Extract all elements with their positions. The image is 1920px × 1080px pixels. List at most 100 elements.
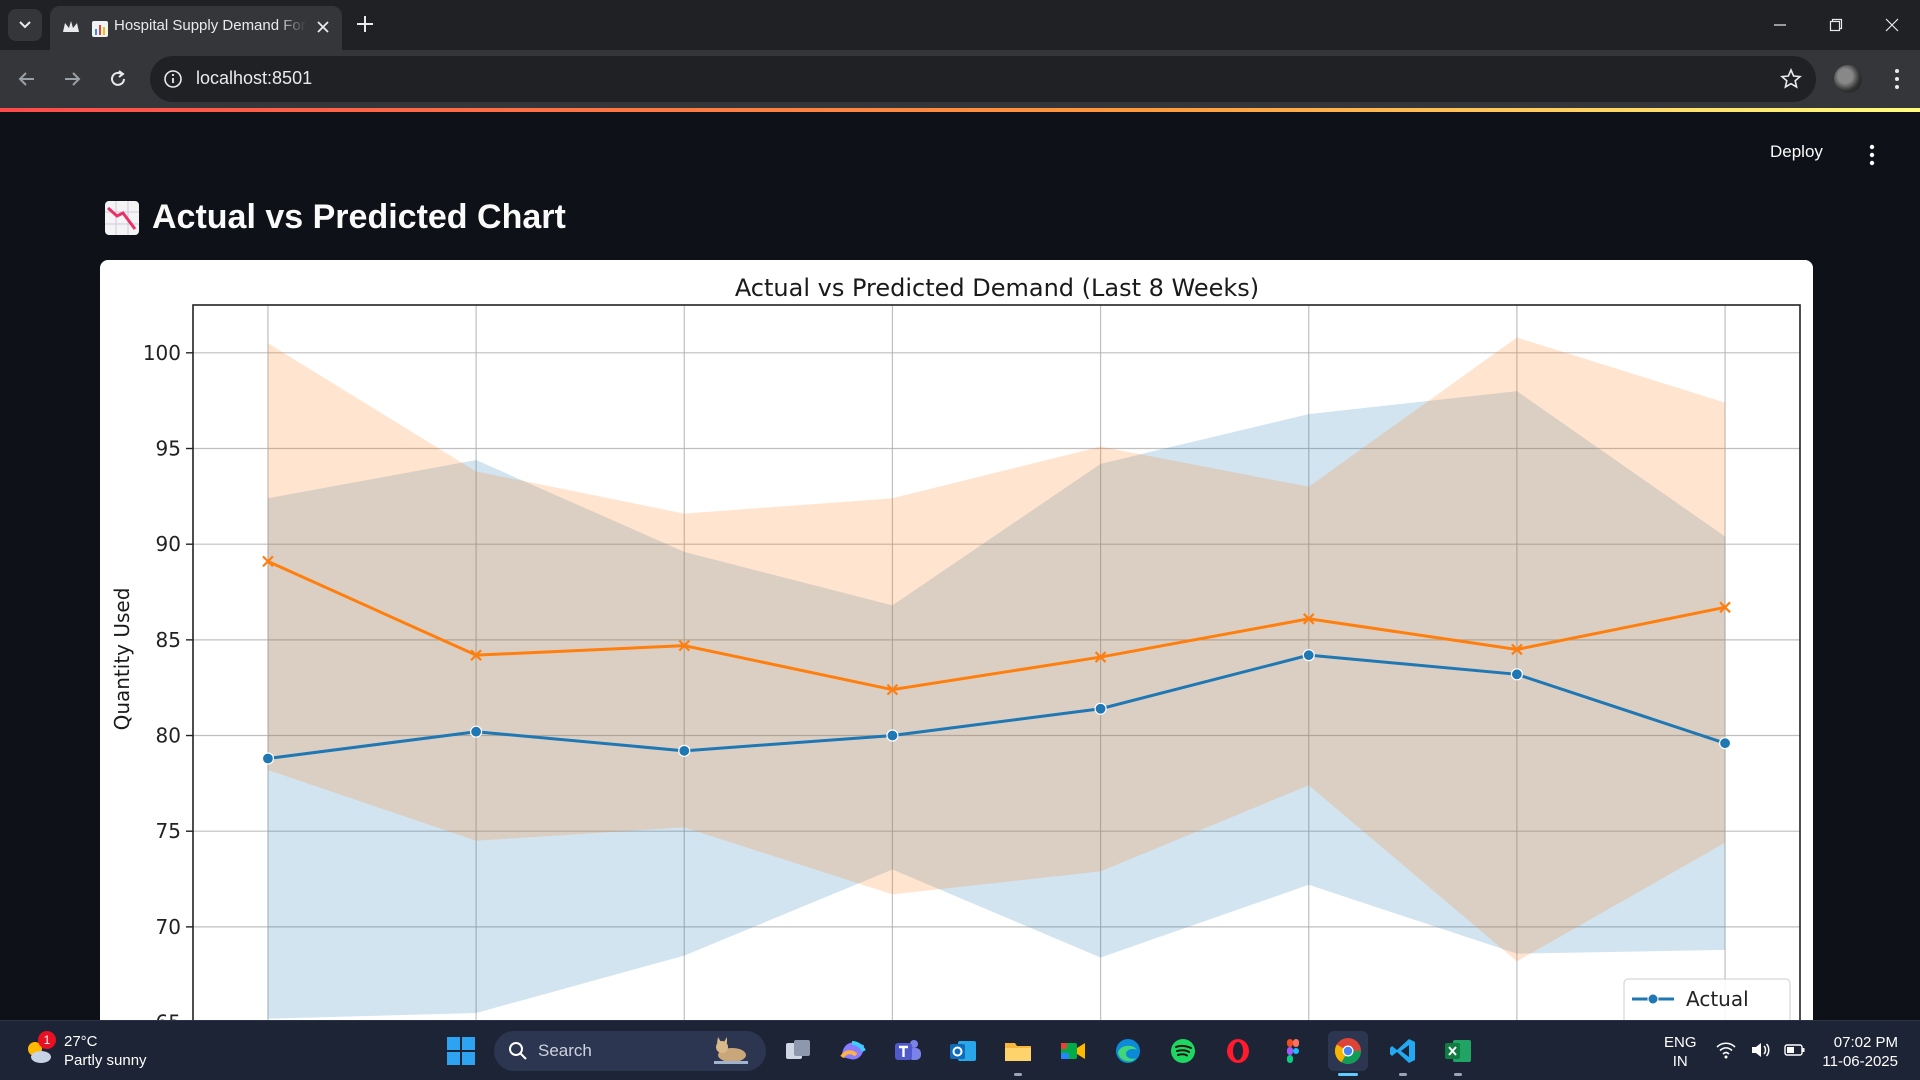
address-bar[interactable]: localhost:8501 [150, 56, 1816, 102]
taskbar-figma[interactable] [1273, 1031, 1313, 1071]
streamlit-crown-icon [63, 21, 79, 32]
opera-icon [1227, 1039, 1249, 1063]
browser-menu-icon[interactable] [1884, 66, 1910, 92]
search-highlight-cat-icon [714, 1037, 748, 1064]
task-view-icon [786, 1040, 810, 1059]
taskbar-excel[interactable] [1438, 1031, 1478, 1076]
actual-vs-predicted-chart: 65 70 75 80 85 90 95 100 Actual vs Predicted De… [110, 274, 1801, 1020]
taskbar-chrome[interactable] [1328, 1031, 1368, 1076]
close-window-icon [1885, 18, 1899, 32]
close-window-button[interactable] [1864, 0, 1920, 50]
windows-start-icon[interactable] [446, 1036, 476, 1066]
chart-legend: ActualPredicted [1623, 978, 1791, 1020]
taskbar-spotify[interactable] [1163, 1031, 1203, 1071]
forward-arrow-icon[interactable] [59, 66, 85, 92]
site-info-icon[interactable] [163, 69, 183, 89]
search-placeholder: Search [538, 1041, 592, 1060]
figma-icon [1287, 1039, 1299, 1063]
taskbar-file-explorer[interactable] [998, 1031, 1038, 1076]
taskbar-meet[interactable] [1053, 1031, 1093, 1071]
teams-icon [895, 1040, 921, 1060]
y-tick-label: 70 [156, 915, 181, 939]
active-indicator [1338, 1073, 1358, 1076]
bookmark-star-icon[interactable] [1780, 68, 1802, 90]
actual-point [261, 752, 275, 765]
running-indicator [1399, 1073, 1407, 1076]
actual-point [1302, 649, 1315, 662]
file-explorer-icon [1005, 1043, 1031, 1061]
clock-date: 11-06-2025 [1822, 1053, 1898, 1070]
volume-icon [1752, 1043, 1770, 1057]
taskbar-search[interactable]: Search [494, 1031, 766, 1071]
input-language[interactable]: ENG IN [1664, 1033, 1697, 1071]
taskbar-edge[interactable] [1108, 1031, 1148, 1071]
back-arrow-icon[interactable] [14, 66, 40, 92]
taskbar-teams[interactable] [888, 1031, 928, 1071]
restore-icon [1829, 18, 1843, 32]
tab-title: Hospital Supply Demand Forecast [114, 17, 306, 34]
y-tick-label: 90 [156, 532, 181, 556]
reload-icon[interactable] [105, 66, 131, 92]
actual-legend-label: Actual [1686, 987, 1749, 1011]
confidence-bands [267, 337, 1726, 1019]
profile-avatar[interactable] [1834, 65, 1862, 93]
actual-point [886, 729, 899, 742]
browser-tab[interactable]: Hospital Supply Demand Forecast [50, 6, 342, 50]
copilot-icon [840, 1041, 866, 1060]
minimize-icon [1774, 24, 1786, 26]
taskbar-opera[interactable] [1218, 1031, 1258, 1071]
new-tab-plus-icon[interactable] [354, 13, 376, 35]
restore-button[interactable] [1808, 0, 1864, 50]
spotify-icon [1171, 1039, 1195, 1063]
url-text: localhost:8501 [196, 68, 313, 88]
excel-icon [1445, 1040, 1471, 1062]
window-controls [1752, 0, 1920, 50]
y-axis-label: Quantity Used [110, 588, 134, 731]
search-icon [509, 1042, 527, 1060]
region-code: IN [1672, 1053, 1688, 1070]
actual-point [469, 725, 483, 738]
taskbar-task-view[interactable] [778, 1031, 818, 1071]
y-tick-label: 100 [143, 341, 181, 365]
windows-taskbar: 1 27°C Partly sunny Search ENG IN 07:02 … [0, 1020, 1920, 1080]
main-menu-icon[interactable] [1865, 144, 1879, 166]
y-tick-label: 85 [156, 628, 181, 652]
actual-point [1094, 702, 1107, 715]
bar-chart-favicon-icon [92, 21, 108, 37]
wifi-icon [1716, 1042, 1736, 1059]
chart-title: Actual vs Predicted Demand (Last 8 Weeks… [735, 274, 1259, 302]
weather-condition: Partly sunny [64, 1052, 147, 1069]
outlook-icon [950, 1041, 976, 1061]
notification-badge: 1 [38, 1031, 56, 1049]
deploy-button[interactable]: Deploy [1770, 142, 1823, 162]
browser-toolbar: localhost:8501 [0, 50, 1920, 108]
battery-icon [1784, 1044, 1805, 1056]
taskbar-copilot[interactable] [833, 1031, 873, 1071]
actual-point [1718, 737, 1732, 750]
running-indicator [1454, 1073, 1462, 1076]
y-tick-label: 80 [156, 724, 181, 748]
language-code: ENG [1664, 1034, 1697, 1051]
app-page: Deploy Actual vs Predicted Chart 65 70 75 8… [0, 112, 1920, 1020]
taskbar-vscode[interactable] [1383, 1031, 1423, 1076]
tab-search-button[interactable] [8, 9, 42, 41]
close-icon[interactable] [314, 18, 332, 36]
weather-temperature: 27°C [64, 1033, 98, 1050]
google-meet-icon [1061, 1043, 1085, 1059]
y-tick-label: 65 [156, 1011, 181, 1020]
chart-decreasing-icon [105, 200, 139, 235]
page-heading: Actual vs Predicted Chart [104, 198, 566, 237]
actual-point [678, 744, 691, 757]
chrome-icon [1334, 1038, 1362, 1065]
taskbar-outlook[interactable] [943, 1031, 983, 1071]
vscode-icon [1390, 1039, 1415, 1063]
running-indicator [1014, 1073, 1022, 1076]
browser-tab-strip: Hospital Supply Demand Forecast [0, 0, 1920, 50]
clock[interactable]: 07:02 PM 11-06-2025 [1822, 1033, 1898, 1071]
y-tick-label: 95 [156, 437, 181, 461]
y-tick-label: 75 [156, 819, 181, 843]
minimize-button[interactable] [1752, 0, 1808, 50]
system-tray[interactable] [1716, 1041, 1806, 1059]
page-title: Actual vs Predicted Chart [152, 198, 566, 236]
clock-time: 07:02 PM [1833, 1034, 1898, 1051]
